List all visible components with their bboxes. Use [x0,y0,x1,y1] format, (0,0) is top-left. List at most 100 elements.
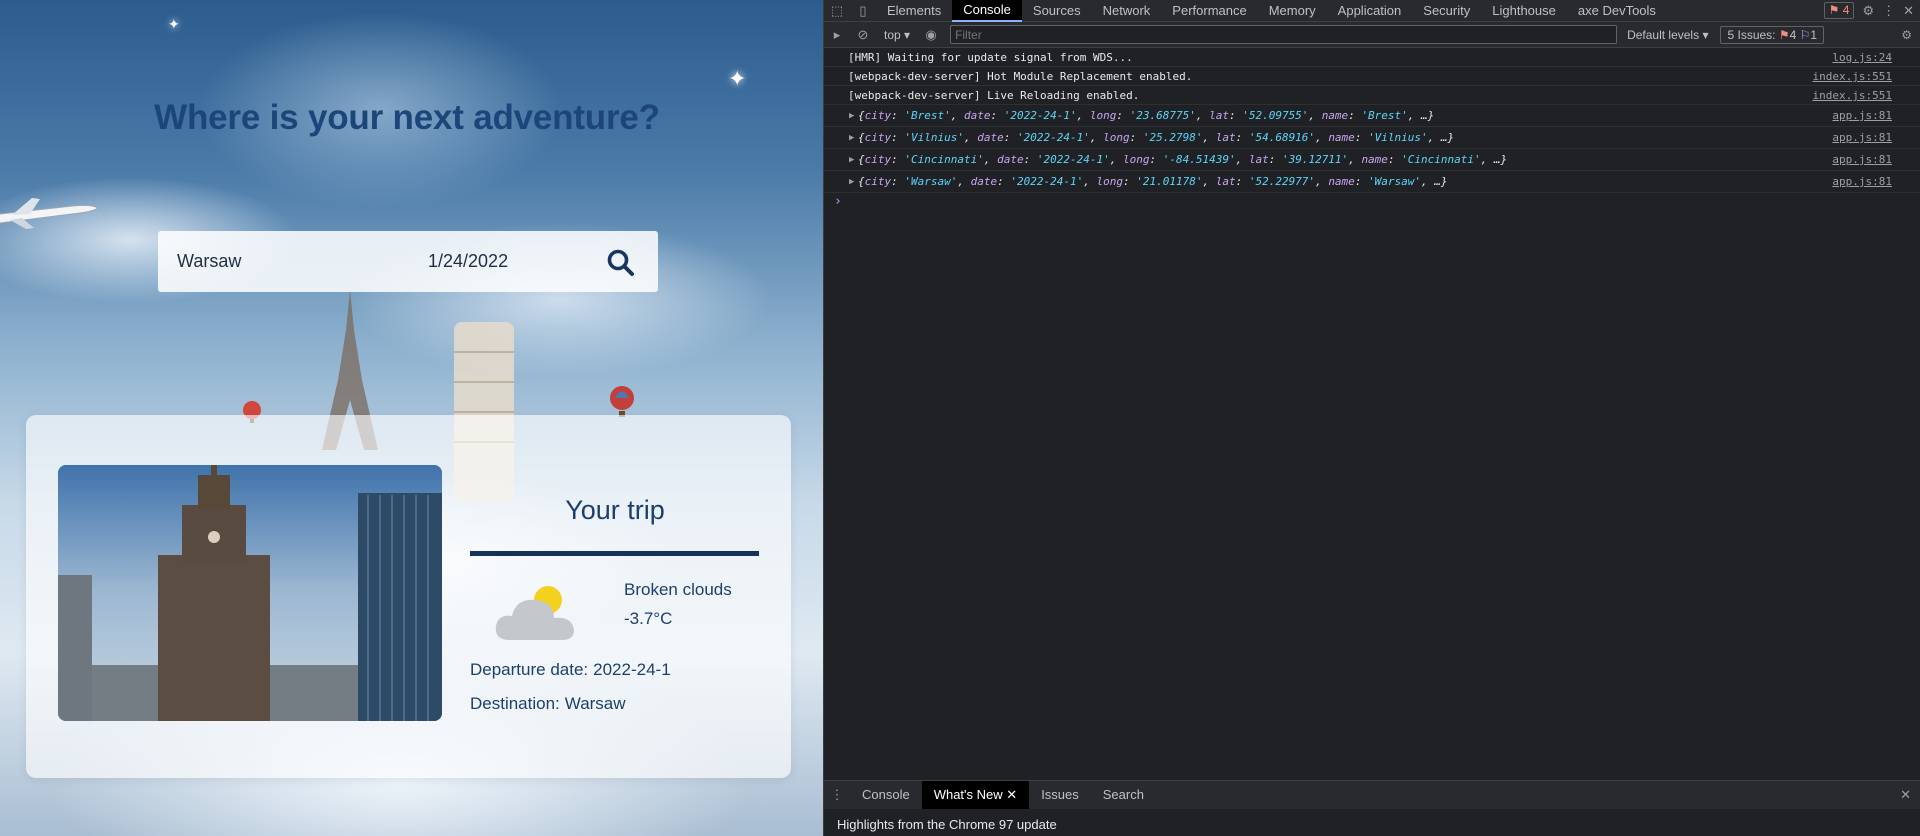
close-tab-icon[interactable]: ✕ [1006,787,1017,802]
context-selector[interactable]: top ▾ [884,28,910,42]
issues-label: 5 Issues: [1727,27,1776,42]
log-levels-value: Default levels [1627,27,1700,42]
close-icon[interactable]: ✕ [1903,3,1914,19]
console-prompt[interactable]: › [824,193,1920,211]
city-input[interactable] [177,251,367,272]
console-output: [HMR] Waiting for update signal from WDS… [824,48,1920,211]
filter-input[interactable] [950,25,1618,44]
date-input[interactable] [428,251,578,272]
page-title: Where is your next adventure? [154,98,660,137]
log-object-row[interactable]: ▶ {city: 'Warsaw', date: '2022-24-1', lon… [824,171,1920,193]
chevron-down-icon: ▾ [904,27,911,42]
error-icon: ⚑ [1828,3,1840,17]
drawer-tab-issues[interactable]: Issues [1029,781,1091,809]
log-levels-dropdown[interactable]: Default levels ▾ [1627,28,1708,42]
drawer-tab-console[interactable]: Console [850,781,922,809]
travel-app: ✦ ✦ Where is your next adventure? Warsaw… [0,0,823,836]
error-icon: ⚑ [1778,27,1790,42]
drawer-tabbar: ⋮ Console What's New ✕ Issues Search ✕ [824,781,1920,809]
clear-console-icon[interactable]: ⊘ [850,24,876,46]
sparkle-icon: ✦ [728,66,747,91]
weather-description: Broken clouds [624,580,732,599]
expand-triangle-icon[interactable]: ▶ [849,171,854,193]
log-row: [webpack-dev-server] Hot Module Replacem… [824,67,1920,86]
trip-card: Your trip Broken clouds -3.7°C Departure… [26,415,791,778]
airplane-icon [0,198,99,229]
log-message: [webpack-dev-server] Hot Module Replacem… [848,70,1193,83]
screen: ✦ ✦ Where is your next adventure? Warsaw… [0,0,1920,836]
log-object-preview: {city: 'Warsaw', date: '2022-24-1', long… [858,175,1448,188]
tab-elements[interactable]: Elements [876,0,952,22]
destination-label: Destination: [470,694,560,713]
tab-memory[interactable]: Memory [1258,0,1327,22]
console-settings-gear-icon[interactable]: ⚙ [1901,28,1920,42]
device-toolbar-icon[interactable]: ▯ [850,0,876,22]
devtools-panel: ⬚ ▯ Elements Console Sources Network Per… [823,0,1920,836]
live-expression-eye-icon[interactable]: ◉ [918,24,944,46]
issues-button[interactable]: 5 Issues: ⚑4 ⚐1 [1720,25,1825,44]
info-icon: ⚐ [1799,27,1811,42]
destination: Destination: Warsaw [470,694,631,714]
departure-label: Departure date: [470,660,589,679]
search-icon[interactable] [606,248,636,278]
balloon-icon [610,386,634,417]
log-message: [HMR] Waiting for update signal from WDS… [848,51,1133,64]
tabbar-actions: ⚑ 4 ⚙ ⋮ ✕ [1823,2,1920,19]
sidebar-toggle-icon[interactable]: ▸ [824,24,850,46]
search-form [158,231,658,292]
log-source-link[interactable]: index.js:551 [1813,67,1892,86]
devtools-drawer: ⋮ Console What's New ✕ Issues Search ✕ H… [824,780,1920,836]
expand-triangle-icon[interactable]: ▶ [849,149,854,171]
log-object-row[interactable]: ▶ {city: 'Vilnius', date: '2022-24-1', lo… [824,127,1920,149]
sparkle-icon: ✦ [168,16,180,32]
tab-axe-devtools[interactable]: axe DevTools [1567,0,1667,22]
tab-console[interactable]: Console [952,0,1022,22]
departure-date: Departure date: 2022-24-1 [470,660,676,680]
destination-photo [58,465,442,721]
tab-performance[interactable]: Performance [1161,0,1257,22]
close-drawer-icon[interactable]: ✕ [1900,787,1920,803]
divider [470,551,759,556]
drawer-tab-whats-new-label: What's New [933,787,1003,802]
error-count-badge[interactable]: ⚑ 4 [1823,2,1855,19]
log-object-preview: {city: 'Vilnius', date: '2022-24-1', lon… [858,131,1455,144]
console-toolbar: ▸ ⊘ top ▾ ◉ Default levels ▾ 5 Issues: ⚑… [824,22,1920,48]
log-object-row[interactable]: ▶ {city: 'Brest', date: '2022-24-1', long… [824,105,1920,127]
log-source-link[interactable]: app.js:81 [1832,127,1892,149]
log-source-link[interactable]: app.js:81 [1832,149,1892,171]
log-object-preview: {city: 'Brest', date: '2022-24-1', long:… [858,109,1435,122]
drawer-tab-search[interactable]: Search [1091,781,1156,809]
log-row: [HMR] Waiting for update signal from WDS… [824,48,1920,67]
log-source-link[interactable]: log.js:24 [1832,48,1892,67]
more-options-icon[interactable]: ⋮ [1882,3,1895,19]
whats-new-highlight: Highlights from the Chrome 97 update [837,817,1057,832]
log-source-link[interactable]: app.js:81 [1832,105,1892,127]
temperature: -3.7°C [624,609,673,628]
tab-sources[interactable]: Sources [1022,0,1092,22]
destination-value: Warsaw [564,694,626,713]
inspect-element-icon[interactable]: ⬚ [824,0,850,22]
error-count: 4 [1842,3,1850,17]
issues-error-count: 4 [1789,27,1797,42]
log-source-link[interactable]: app.js:81 [1832,171,1892,193]
broken-clouds-icon [495,586,574,640]
chevron-down-icon: ▾ [1702,27,1709,42]
log-row: [webpack-dev-server] Live Reloading enab… [824,86,1920,105]
drawer-tab-whats-new[interactable]: What's New ✕ [921,781,1030,809]
tab-security[interactable]: Security [1412,0,1481,22]
log-message: [webpack-dev-server] Live Reloading enab… [848,89,1140,102]
settings-gear-icon[interactable]: ⚙ [1862,3,1874,19]
expand-triangle-icon[interactable]: ▶ [849,127,854,149]
tab-network[interactable]: Network [1092,0,1162,22]
log-object-row[interactable]: ▶ {city: 'Cincinnati', date: '2022-24-1',… [824,149,1920,171]
context-value: top [884,27,901,42]
log-object-preview: {city: 'Cincinnati', date: '2022-24-1', … [858,153,1508,166]
departure-value: 2022-24-1 [593,660,671,679]
issues-info-count: 1 [1810,27,1818,42]
tab-application[interactable]: Application [1327,0,1413,22]
devtools-tabbar: ⬚ ▯ Elements Console Sources Network Per… [824,0,1920,22]
tab-lighthouse[interactable]: Lighthouse [1481,0,1567,22]
log-source-link[interactable]: index.js:551 [1813,86,1892,105]
expand-triangle-icon[interactable]: ▶ [849,105,854,127]
drawer-menu-icon[interactable]: ⋮ [824,784,850,806]
